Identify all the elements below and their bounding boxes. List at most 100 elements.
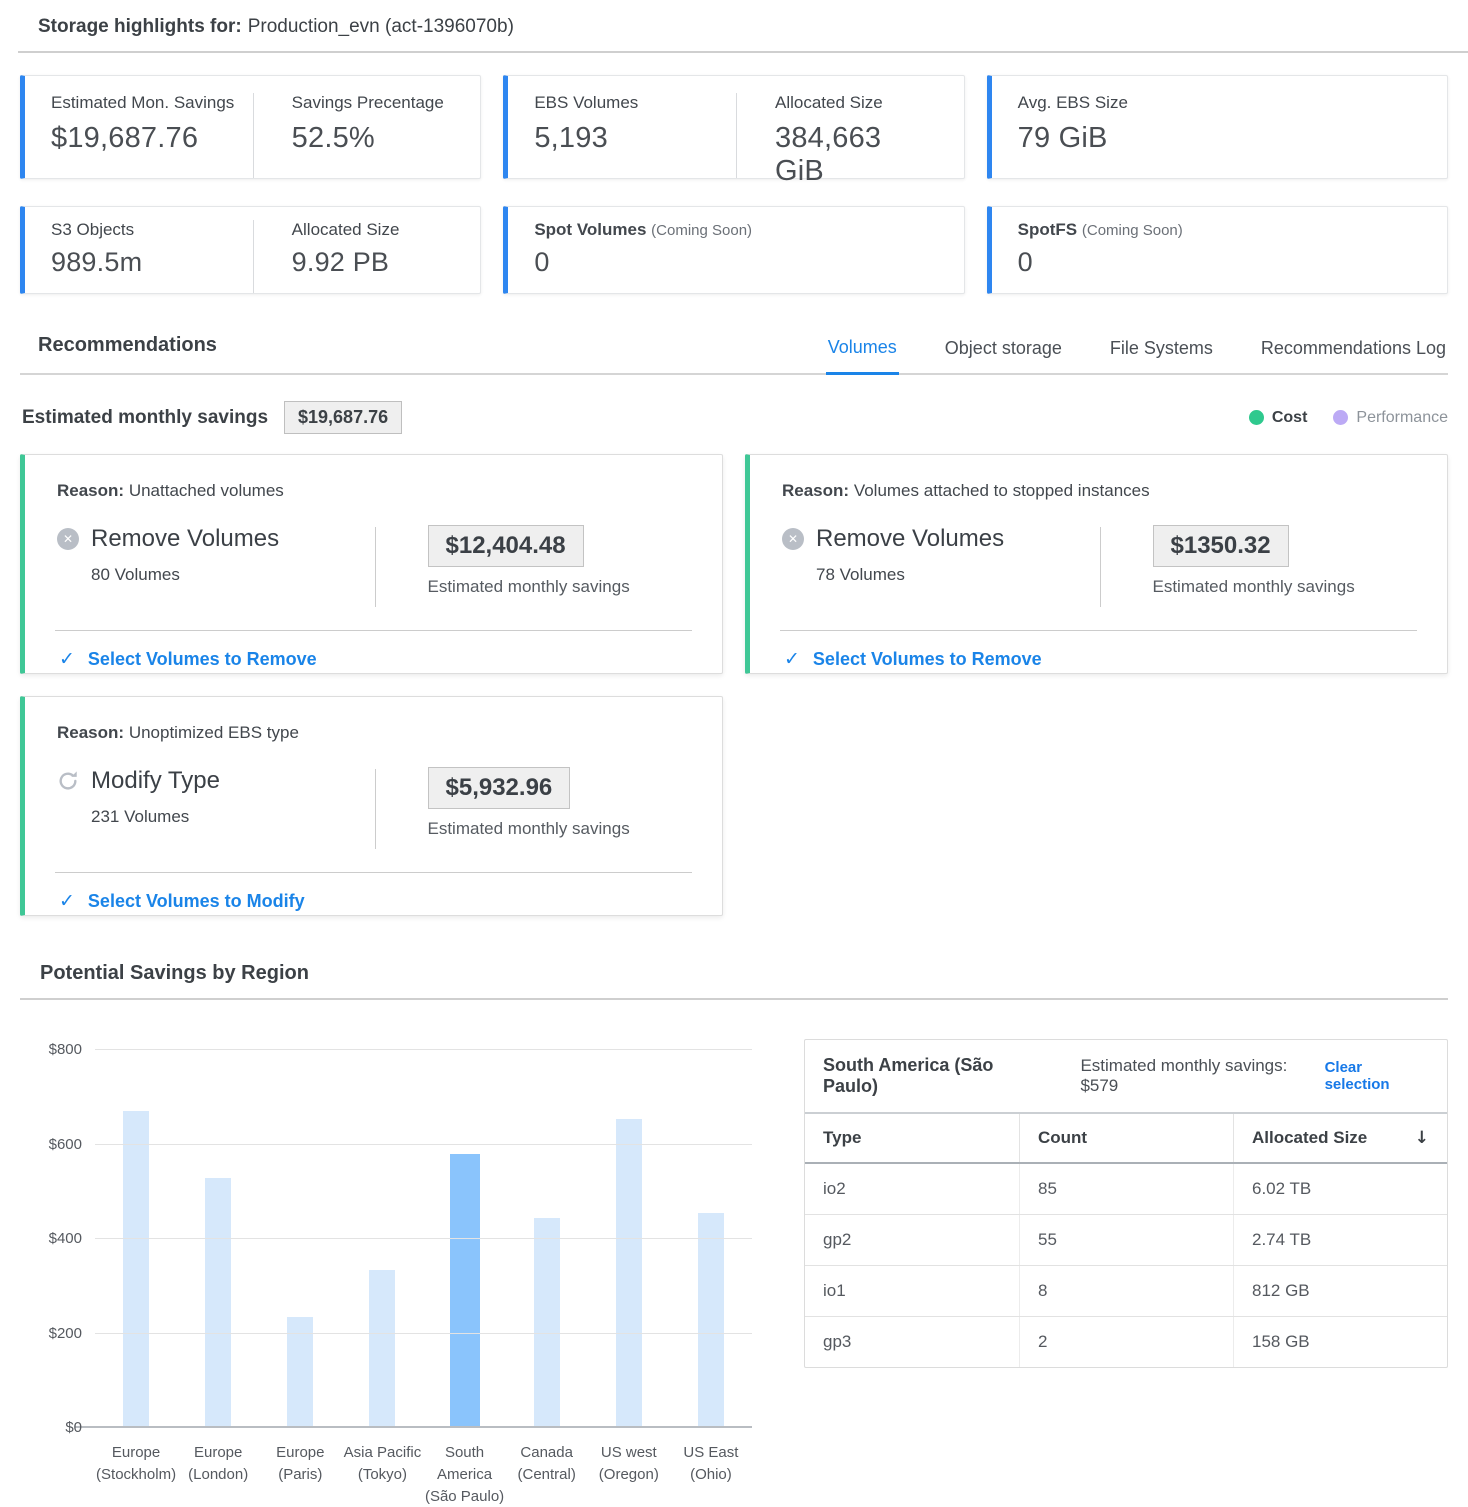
table-row-io1: io18812 GB (805, 1266, 1447, 1317)
table-cell: gp3 (805, 1317, 1019, 1367)
check-icon: ✓ (784, 648, 800, 670)
y-axis-tick-label: $200 (20, 1325, 82, 1342)
stat-ebs-allocated-size: Allocated Size 384,663 GiB (736, 93, 938, 178)
table-cell: gp2 (805, 1215, 1019, 1265)
gridline (95, 1238, 752, 1239)
tab-object-storage[interactable]: Object storage (943, 338, 1064, 373)
tab-volumes[interactable]: Volumes (826, 337, 899, 375)
card-estimated-savings: Estimated Mon. Savings $19,687.76 Saving… (20, 75, 481, 179)
modify-refresh-icon (57, 770, 79, 792)
storage-highlights-cards: Estimated Mon. Savings $19,687.76 Saving… (20, 75, 1448, 294)
reason-text: Unoptimized EBS type (129, 723, 299, 742)
stat-s3-objects: S3 Objects 989.5m (51, 220, 253, 293)
section-divider (20, 998, 1448, 1000)
table-cell: 55 (1019, 1215, 1233, 1265)
recommendations-tabs: Volumes Object storage File Systems Reco… (782, 337, 1448, 373)
performance-dot-icon (1333, 410, 1348, 425)
table-cell: 6.02 TB (1233, 1164, 1447, 1214)
stat-estimated-mon-savings: Estimated Mon. Savings $19,687.76 (51, 93, 253, 178)
chart-bar-us-east-ohio[interactable] (670, 1050, 752, 1428)
chart-bar-europe-london[interactable] (177, 1050, 259, 1428)
stat-ebs-volumes: EBS Volumes 5,193 (534, 93, 736, 178)
card-ebs-volumes: EBS Volumes 5,193 Allocated Size 384,663… (503, 75, 964, 179)
table-row-gp3: gp32158 GB (805, 1317, 1447, 1367)
remove-circle-icon: ✕ (57, 528, 79, 550)
chart-bar-south-america-s-o-paulo[interactable] (424, 1050, 506, 1428)
chart-x-axis-labels: Europe(Stockholm)Europe(London)Europe(Pa… (95, 1442, 752, 1507)
sort-descending-icon[interactable]: ↓ (1415, 1128, 1429, 1148)
check-icon: ✓ (59, 890, 75, 912)
legend-cost: Cost (1249, 409, 1308, 427)
card-spot-volumes: Spot Volumes (Coming Soon) 0 (503, 206, 964, 294)
table-cell: 8 (1019, 1266, 1233, 1316)
page-title: Storage highlights for: (38, 16, 242, 37)
recommendations-section: Recommendations Volumes Object storage F… (20, 334, 1448, 916)
table-cell: 85 (1019, 1164, 1233, 1214)
chart-bar-europe-paris[interactable] (259, 1050, 341, 1428)
volume-count: 78 Volumes (816, 565, 1100, 585)
rec-card-unoptimized-ebs-type: Reason: Unoptimized EBS type Mod (20, 696, 723, 916)
clear-selection-link[interactable]: Clear selection (1325, 1059, 1429, 1093)
reason-text: Unattached volumes (129, 481, 284, 500)
stat-avg-ebs-size: Avg. EBS Size 79 GiB (1018, 93, 1421, 178)
column-type: Type (805, 1114, 1019, 1162)
x-axis-label: Asia Pacific(Tokyo) (341, 1442, 423, 1507)
card-s3-objects: S3 Objects 989.5m Allocated Size 9.92 PB (20, 206, 481, 294)
volume-count: 80 Volumes (91, 565, 375, 585)
table-cell: 158 GB (1233, 1317, 1447, 1367)
chart-bar-us-west-oregon[interactable] (588, 1050, 670, 1428)
table-row-io2: io2856.02 TB (805, 1164, 1447, 1215)
reason-text: Volumes attached to stopped instances (854, 481, 1150, 500)
table-cell: 2 (1019, 1317, 1233, 1367)
x-axis-label: Canada(Central) (506, 1442, 588, 1507)
action-label: Modify Type (91, 767, 220, 795)
savings-value: $12,404.48 (428, 525, 584, 567)
gridline (75, 1426, 752, 1428)
select-volumes-to-remove-link[interactable]: ✓ Select Volumes to Remove (25, 631, 722, 670)
select-volumes-to-modify-link[interactable]: ✓ Select Volumes to Modify (25, 873, 722, 912)
region-savings-subtitle: Estimated monthly savings: $579 (1080, 1056, 1324, 1096)
legend: Cost Performance (1249, 409, 1448, 427)
rec-card-stopped-instances: Reason: Volumes attached to stopped inst… (745, 454, 1448, 674)
cost-dot-icon (1249, 410, 1264, 425)
estimated-monthly-savings-label: Estimated monthly savings (22, 407, 268, 429)
table-cell: io2 (805, 1164, 1019, 1214)
card-spotfs: SpotFS (Coming Soon) 0 (987, 206, 1448, 294)
gridline (95, 1333, 752, 1334)
y-axis-tick-label: $600 (20, 1136, 82, 1153)
coming-soon-label: (Coming Soon) (1082, 222, 1183, 239)
table-column-headers: Type Count Allocated Size ↓ (805, 1114, 1447, 1164)
stat-spotfs: SpotFS (Coming Soon) 0 (1018, 220, 1421, 293)
action-label: Remove Volumes (91, 525, 279, 553)
chart-title: Potential Savings by Region (20, 962, 1448, 985)
chart-bar-europe-stockholm[interactable] (95, 1050, 177, 1428)
chart-bar-canada-central[interactable] (506, 1050, 588, 1428)
x-axis-label: Europe(Stockholm) (95, 1442, 177, 1507)
table-cell: 2.74 TB (1233, 1215, 1447, 1265)
column-count: Count (1019, 1114, 1233, 1162)
chart-plot-area: $0$200$400$600$800 (95, 1050, 752, 1428)
volume-count: 231 Volumes (91, 807, 375, 827)
account-name: Production_evn (act-1396070b) (248, 16, 514, 37)
region-detail-table: South America (São Paulo) Estimated mont… (804, 1039, 1448, 1368)
tab-recommendations-log[interactable]: Recommendations Log (1259, 338, 1448, 373)
stat-s3-allocated-size: Allocated Size 9.92 PB (253, 220, 455, 293)
savings-chart: $0$200$400$600$800 Europe(Stockholm)Euro… (20, 1014, 752, 1507)
stat-savings-percentage: Savings Precentage 52.5% (253, 93, 455, 178)
x-axis-label: US East(Ohio) (670, 1442, 752, 1507)
legend-performance: Performance (1333, 409, 1448, 427)
tab-file-systems[interactable]: File Systems (1108, 338, 1215, 373)
y-axis-tick-label: $800 (20, 1041, 82, 1058)
rec-card-unattached-volumes: Reason: Unattached volumes ✕ Remove Volu… (20, 454, 723, 674)
select-volumes-to-remove-link[interactable]: ✓ Select Volumes to Remove (750, 631, 1447, 670)
savings-value: $5,932.96 (428, 767, 571, 809)
x-axis-label: South America(São Paulo) (424, 1442, 506, 1507)
x-axis-label: Europe(London) (177, 1442, 259, 1507)
savings-by-region-section: Potential Savings by Region $0$200$400$6… (20, 962, 1448, 1507)
coming-soon-label: (Coming Soon) (651, 222, 752, 239)
stat-spot-volumes: Spot Volumes (Coming Soon) 0 (534, 220, 937, 293)
selected-region-title: South America (São Paulo) (823, 1055, 1048, 1097)
gridline (95, 1144, 752, 1145)
page-header: Storage highlights for: Production_evn (a… (0, 0, 1468, 38)
chart-bar-asia-pacific-tokyo[interactable] (341, 1050, 423, 1428)
